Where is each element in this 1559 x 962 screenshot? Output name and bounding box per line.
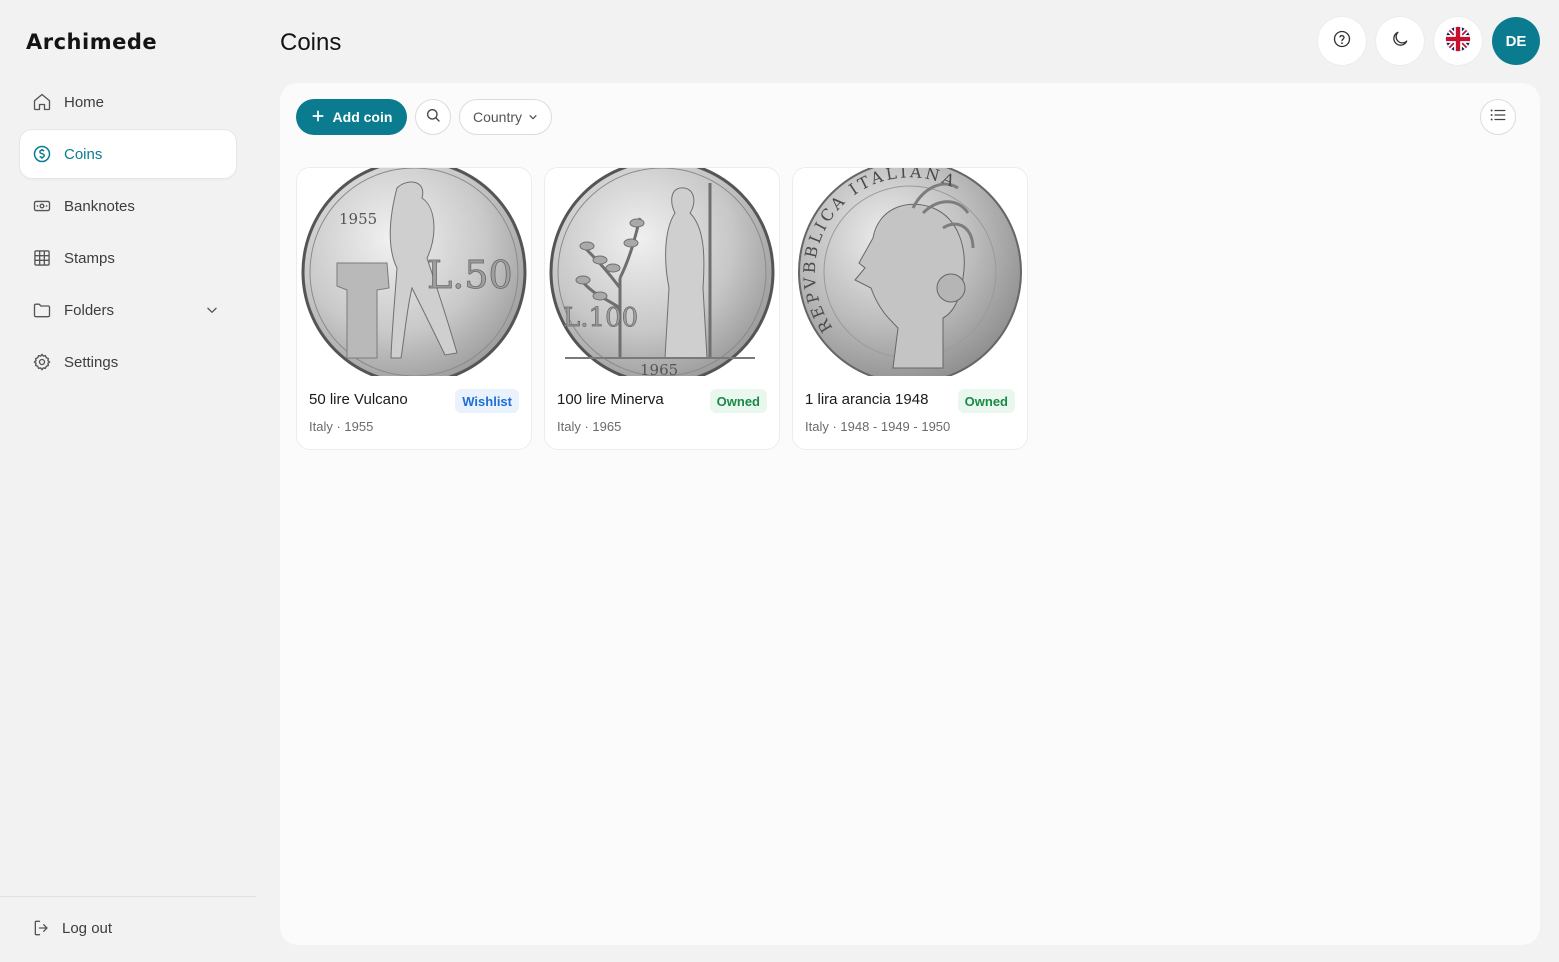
coin-year-text: 1965 bbox=[640, 361, 678, 376]
sidebar-item-label: Home bbox=[64, 93, 105, 111]
coin-value-text: L.50 bbox=[427, 253, 513, 297]
uk-flag-icon bbox=[1445, 26, 1471, 57]
logout-label: Log out bbox=[62, 919, 113, 937]
sidebar-item-home[interactable]: Home bbox=[20, 78, 236, 126]
list-view-button[interactable] bbox=[1480, 99, 1516, 135]
coin-grid: 1955 L.50 50 lire Vulcano Wishlist Italy… bbox=[296, 167, 1028, 450]
page-title: Coins bbox=[280, 29, 342, 56]
help-button[interactable] bbox=[1318, 17, 1366, 65]
sidebar-item-settings[interactable]: Settings bbox=[20, 338, 236, 386]
coin-icon bbox=[32, 144, 52, 164]
app-logo[interactable]: Archimede bbox=[26, 30, 157, 54]
sidebar-item-label: Settings bbox=[64, 353, 119, 371]
status-badge: Wishlist bbox=[455, 389, 519, 413]
toolbar: Add coin Country bbox=[296, 99, 1516, 135]
coin-image: L.100 1965 bbox=[545, 168, 779, 376]
coin-meta: Italy · 1965 bbox=[557, 419, 622, 434]
moon-icon bbox=[1390, 29, 1410, 54]
chevron-down-icon bbox=[528, 109, 538, 125]
sidebar-item-label: Stamps bbox=[64, 249, 115, 267]
sidebar-nav: Home Coins Banknotes Stamps Folders Sett… bbox=[20, 78, 236, 390]
coin-year-text: 1955 bbox=[339, 210, 377, 228]
sidebar-item-stamps[interactable]: Stamps bbox=[20, 234, 236, 282]
chevron-down-icon[interactable] bbox=[202, 300, 222, 320]
status-badge: Owned bbox=[957, 389, 1015, 413]
banknote-icon bbox=[32, 196, 52, 216]
logout-icon bbox=[32, 918, 52, 938]
status-badge: Owned bbox=[709, 389, 767, 413]
sidebar-item-folders[interactable]: Folders bbox=[20, 286, 236, 334]
coin-name: 1 lira arancia 1948 bbox=[805, 391, 929, 408]
header-actions: DE bbox=[1318, 17, 1540, 65]
help-icon bbox=[1332, 29, 1352, 54]
sidebar-item-label: Banknotes bbox=[64, 197, 135, 215]
add-coin-button[interactable]: Add coin bbox=[296, 99, 407, 135]
coin-meta: Italy · 1955 bbox=[309, 419, 374, 434]
theme-toggle-button[interactable] bbox=[1376, 17, 1424, 65]
sidebar: Archimede Home Coins Banknotes Stamps Fo… bbox=[0, 0, 256, 962]
list-icon bbox=[1489, 106, 1507, 129]
sidebar-divider bbox=[0, 896, 256, 897]
home-icon bbox=[32, 92, 52, 112]
sidebar-item-coins[interactable]: Coins bbox=[20, 130, 236, 178]
coin-name: 50 lire Vulcano bbox=[309, 391, 408, 408]
country-filter[interactable]: Country bbox=[459, 99, 552, 135]
main-panel: Add coin Country 1955 L.50 50 lire Vulca… bbox=[280, 83, 1540, 945]
sidebar-item-label: Coins bbox=[64, 145, 103, 163]
search-icon bbox=[425, 107, 441, 128]
language-button[interactable] bbox=[1434, 17, 1482, 65]
folder-icon bbox=[32, 300, 52, 320]
plus-icon bbox=[311, 109, 325, 126]
sidebar-item-banknotes[interactable]: Banknotes bbox=[20, 182, 236, 230]
coin-image: 1955 L.50 bbox=[297, 168, 531, 376]
search-button[interactable] bbox=[415, 99, 451, 135]
gear-icon bbox=[32, 352, 52, 372]
country-filter-label: Country bbox=[472, 109, 523, 125]
sidebar-item-label: Folders bbox=[64, 301, 115, 319]
coin-name: 100 lire Minerva bbox=[557, 391, 664, 408]
coin-meta: Italy · 1948 - 1949 - 1950 bbox=[805, 419, 951, 434]
add-coin-label: Add coin bbox=[332, 109, 393, 125]
coin-card[interactable]: REPVBBLICA ITALIANA 1 lira arancia 1948 … bbox=[792, 167, 1028, 450]
coin-image: REPVBBLICA ITALIANA bbox=[793, 168, 1027, 376]
user-avatar[interactable]: DE bbox=[1492, 17, 1540, 65]
coin-card[interactable]: 1955 L.50 50 lire Vulcano Wishlist Italy… bbox=[296, 167, 532, 450]
grid-icon bbox=[32, 248, 52, 268]
coin-value-text: L.100 bbox=[563, 303, 638, 333]
coin-card[interactable]: L.100 1965 100 lire Minerva Owned Italy … bbox=[544, 167, 780, 450]
logout-button[interactable]: Log out bbox=[32, 918, 112, 938]
